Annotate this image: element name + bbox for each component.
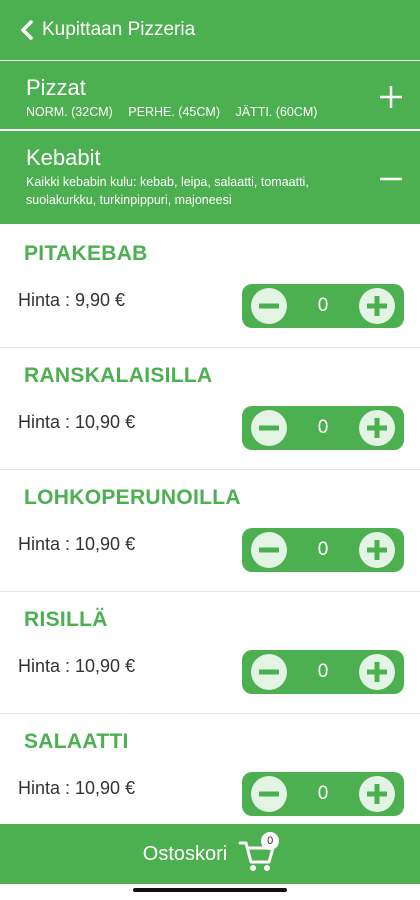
category-sizes: NORM. (32CM) PERHE. (45CM) JÄTTI. (60CM) bbox=[26, 103, 394, 121]
menu-item: RANSKALAISILLA Hinta : 10,90 € 0 bbox=[0, 348, 420, 470]
minus-circle-icon bbox=[251, 288, 287, 324]
minus-circle-icon bbox=[251, 654, 287, 690]
item-price: Hinta : 10,90 € bbox=[18, 412, 136, 432]
quantity-stepper: 0 bbox=[242, 772, 404, 816]
minus-circle-icon bbox=[251, 776, 287, 812]
category-title: Pizzat bbox=[26, 75, 86, 100]
item-price: Hinta : 10,90 € bbox=[18, 534, 136, 554]
increase-button[interactable] bbox=[358, 653, 396, 691]
increase-button[interactable] bbox=[358, 775, 396, 813]
menu-item: RISILLÄ Hinta : 10,90 € 0 bbox=[0, 592, 420, 714]
increase-button[interactable] bbox=[358, 287, 396, 325]
plus-circle-icon bbox=[359, 654, 395, 690]
decrease-button[interactable] bbox=[250, 409, 288, 447]
item-name: SALAATTI bbox=[24, 730, 129, 753]
plus-circle-icon bbox=[359, 288, 395, 324]
plus-circle-icon bbox=[359, 532, 395, 568]
category-description: Kaikki kebabin kulu: kebab, leipa, salaa… bbox=[26, 175, 309, 207]
size-label: JÄTTI. (60CM) bbox=[235, 105, 318, 119]
cart-label: Ostoskori bbox=[142, 842, 228, 865]
cart-button[interactable]: Ostoskori 0 bbox=[0, 824, 420, 884]
item-name: LOHKOPERUNOILLA bbox=[24, 486, 241, 509]
decrease-button[interactable] bbox=[250, 653, 288, 691]
quantity-value: 0 bbox=[317, 295, 329, 316]
decrease-button[interactable] bbox=[250, 287, 288, 325]
quantity-stepper: 0 bbox=[242, 406, 404, 450]
top-bar: Kupittaan Pizzeria bbox=[0, 0, 420, 60]
quantity-value: 0 bbox=[317, 783, 329, 804]
home-indicator bbox=[133, 888, 287, 892]
menu-item: LOHKOPERUNOILLA Hinta : 10,90 € 0 bbox=[0, 470, 420, 592]
quantity-value: 0 bbox=[317, 661, 329, 682]
shopping-cart-icon: 0 bbox=[237, 832, 280, 874]
category-kebabit[interactable]: Kebabit Kaikki kebabin kulu: kebab, leip… bbox=[0, 131, 420, 224]
item-name: RANSKALAISILLA bbox=[24, 364, 213, 387]
item-name: RISILLÄ bbox=[24, 608, 108, 631]
menu-item: PITAKEBAB Hinta : 9,90 € 0 bbox=[0, 226, 420, 348]
category-pizzat[interactable]: Pizzat NORM. (32CM) PERHE. (45CM) JÄTTI.… bbox=[0, 61, 420, 129]
quantity-value: 0 bbox=[317, 417, 329, 438]
menu-item: SALAATTI Hinta : 10,90 € 0 bbox=[0, 714, 420, 836]
plus-icon[interactable] bbox=[378, 84, 404, 110]
size-label: NORM. (32CM) bbox=[26, 105, 113, 119]
item-price: Hinta : 10,90 € bbox=[18, 778, 136, 798]
quantity-stepper: 0 bbox=[242, 528, 404, 572]
page-title: Kupittaan Pizzeria bbox=[42, 19, 196, 40]
back-chevron-icon[interactable] bbox=[20, 18, 40, 42]
increase-button[interactable] bbox=[358, 409, 396, 447]
category-title: Kebabit bbox=[26, 145, 101, 170]
minus-icon[interactable] bbox=[378, 166, 404, 192]
minus-circle-icon bbox=[251, 410, 287, 446]
decrease-button[interactable] bbox=[250, 775, 288, 813]
minus-circle-icon bbox=[251, 532, 287, 568]
item-price: Hinta : 9,90 € bbox=[18, 290, 126, 310]
item-name: PITAKEBAB bbox=[24, 242, 148, 265]
plus-circle-icon bbox=[359, 410, 395, 446]
increase-button[interactable] bbox=[358, 531, 396, 569]
quantity-value: 0 bbox=[317, 539, 329, 560]
plus-circle-icon bbox=[359, 776, 395, 812]
item-price: Hinta : 10,90 € bbox=[18, 656, 136, 676]
decrease-button[interactable] bbox=[250, 531, 288, 569]
quantity-stepper: 0 bbox=[242, 284, 404, 328]
quantity-stepper: 0 bbox=[242, 650, 404, 694]
size-label: PERHE. (45CM) bbox=[128, 105, 220, 119]
